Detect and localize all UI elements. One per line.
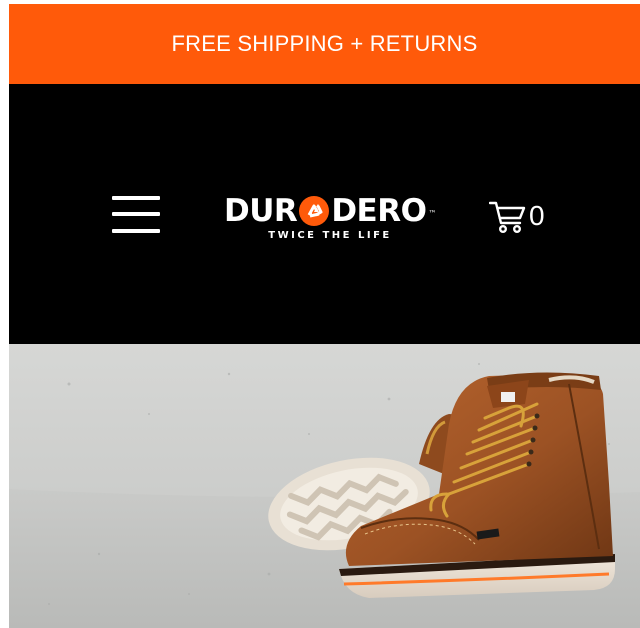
recycle-icon: [299, 196, 330, 226]
cart-count: 0: [529, 200, 545, 231]
trademark-symbol: ™: [428, 209, 436, 218]
brand-logo[interactable]: DUR DERO ™ TWICE THE LIFE: [215, 188, 445, 248]
page: FREE SHIPPING + RETURNS DUR DERO ™ TWICE…: [0, 0, 640, 628]
logo-text-start: DUR: [224, 193, 298, 229]
hamburger-menu-icon[interactable]: [112, 194, 162, 236]
menu-line: [112, 196, 160, 200]
site-header: DUR DERO ™ TWICE THE LIFE 0: [9, 84, 640, 344]
logo-tagline: TWICE THE LIFE: [268, 230, 392, 241]
hero-image[interactable]: [9, 344, 640, 628]
cart-button[interactable]: 0: [489, 194, 569, 238]
logo-wordmark: DUR DERO ™: [215, 188, 445, 234]
menu-line: [112, 229, 160, 233]
promo-banner-text: FREE SHIPPING + RETURNS: [171, 31, 478, 56]
menu-line: [112, 212, 160, 216]
shopping-cart-icon: [489, 201, 526, 234]
logo-text-end: DERO: [331, 193, 427, 229]
brown-leather-work-boot-photo: [9, 344, 640, 628]
promo-banner[interactable]: FREE SHIPPING + RETURNS: [9, 4, 640, 84]
